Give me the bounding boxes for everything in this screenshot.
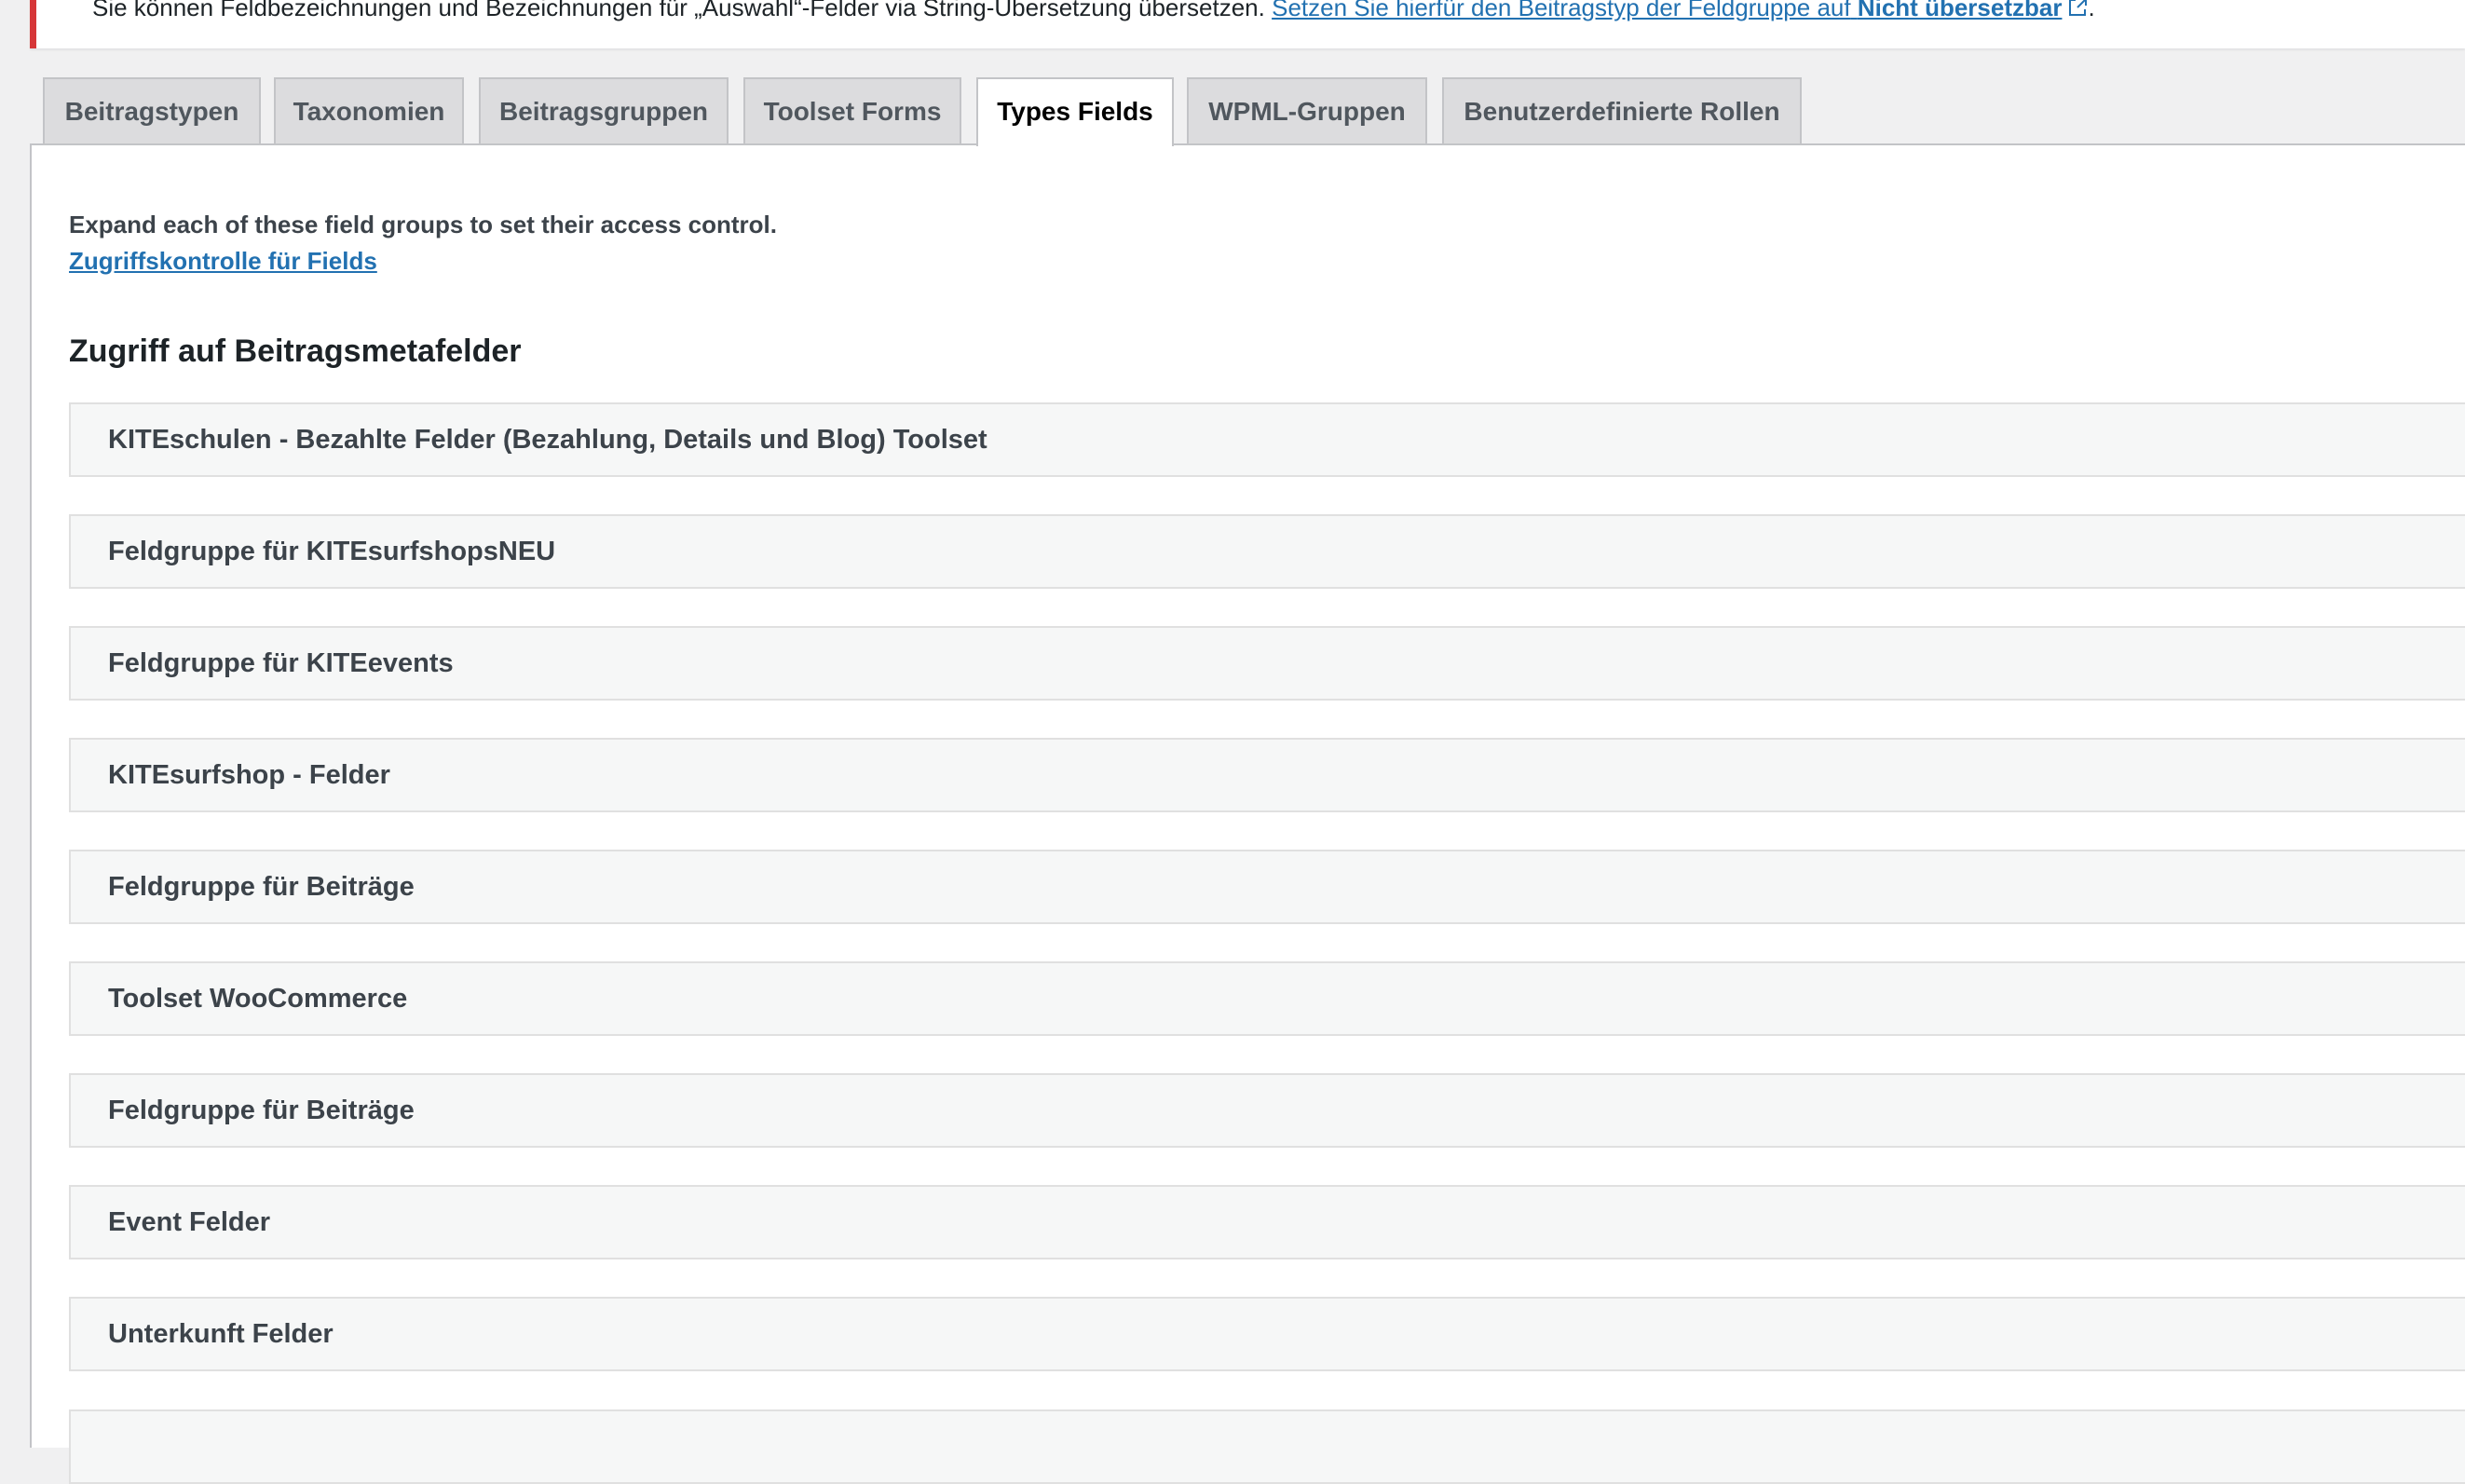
field-group-row[interactable]: Feldgruppe für Beiträge — [69, 850, 2465, 924]
notice-suffix: . — [2088, 0, 2095, 21]
field-group-row[interactable]: Feldgruppe für Beiträge — [69, 1073, 2465, 1148]
notice-link-bold: Nicht übersetzbar — [1857, 0, 2063, 21]
notice-link-text: Setzen Sie hierfür den Beitragstyp der F… — [1272, 0, 1851, 21]
field-group-row[interactable]: Toolset WooCommerce — [69, 961, 2465, 1036]
field-group-title: Unterkunft Felder — [108, 1319, 334, 1349]
field-group-row[interactable] — [69, 1409, 2465, 1484]
tab-toolset-forms[interactable]: Toolset Forms — [743, 77, 961, 144]
tab-beitragstypen[interactable]: Beitragstypen — [43, 77, 261, 144]
field-group-row[interactable]: KITEsurfshop - Felder — [69, 738, 2465, 812]
field-group-title: Feldgruppe für KITEsurfshopsNEU — [108, 537, 556, 566]
translation-notice: Sie können Feldbezeichnungen und Bezeich… — [30, 0, 2465, 48]
intro-text: Expand each of these field groups to set… — [69, 211, 777, 238]
field-group-title: Event Felder — [108, 1207, 271, 1237]
field-group-row[interactable]: KITEschulen - Bezahlte Felder (Bezahlung… — [69, 402, 2465, 477]
field-group-title: Toolset WooCommerce — [108, 984, 408, 1014]
field-group-title: Feldgruppe für Beiträge — [108, 1096, 415, 1125]
field-group-title: Feldgruppe für Beiträge — [108, 872, 415, 902]
tab-benutzerdefinierte-rollen[interactable]: Benutzerdefinierte Rollen — [1442, 77, 1802, 144]
tab-taxonomien[interactable]: Taxonomien — [274, 77, 464, 144]
field-group-title: KITEsurfshop - Felder — [108, 760, 390, 790]
field-group-row[interactable]: Unterkunft Felder — [69, 1297, 2465, 1371]
tab-beitragsgruppen[interactable]: Beitragsgruppen — [479, 77, 729, 144]
tab-wpml-gruppen[interactable]: WPML-Gruppen — [1187, 77, 1427, 144]
field-group-row[interactable]: Event Felder — [69, 1185, 2465, 1259]
types-fields-panel: Expand each of these field groups to set… — [30, 143, 2465, 1484]
notice-text: Sie können Feldbezeichnungen und Bezeich… — [92, 0, 2095, 22]
external-link-icon[interactable] — [2067, 0, 2088, 18]
notice-link[interactable]: Setzen Sie hierfür den Beitragstyp der F… — [1272, 0, 2062, 21]
tab-types-fields[interactable]: Types Fields — [976, 77, 1174, 146]
notice-message: Sie können Feldbezeichnungen und Bezeich… — [92, 0, 1265, 21]
section-heading: Zugriff auf Beitragsmetafelder — [69, 334, 522, 369]
field-group-title: Feldgruppe für KITEevents — [108, 648, 454, 678]
field-group-row[interactable]: Feldgruppe für KITEevents — [69, 626, 2465, 701]
field-group-title: KITEschulen - Bezahlte Felder (Bezahlung… — [108, 425, 987, 455]
field-group-row[interactable]: Feldgruppe für KITEsurfshopsNEU — [69, 514, 2465, 589]
access-control-link[interactable]: Zugriffskontrolle für Fields — [69, 247, 377, 276]
